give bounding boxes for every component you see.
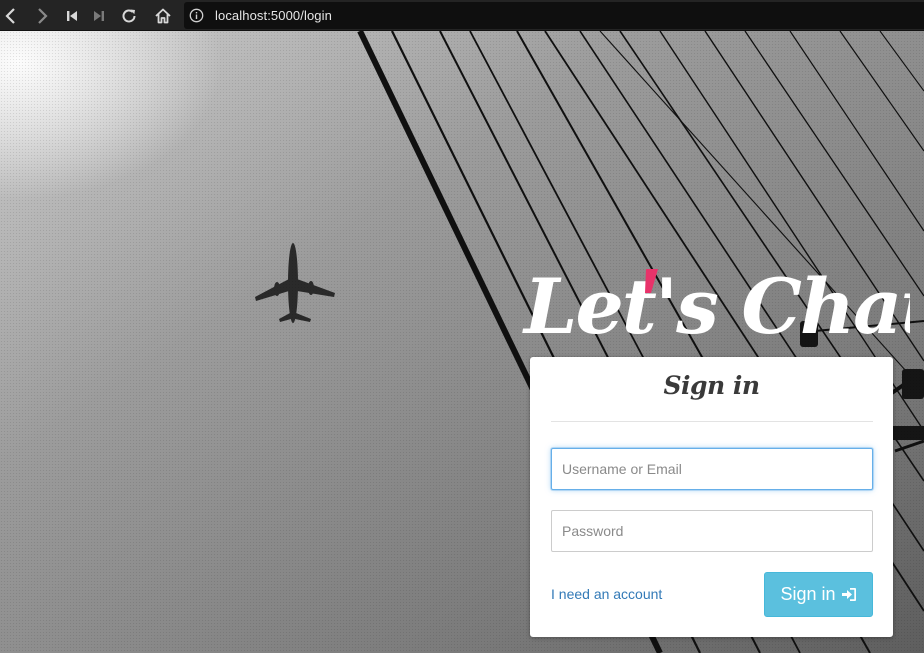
reload-icon bbox=[122, 8, 136, 22]
skip-forward-button[interactable] bbox=[85, 0, 113, 31]
forward-button[interactable] bbox=[28, 0, 56, 31]
signin-card: Sign in I need an account Sign in bbox=[530, 357, 893, 637]
signin-button-label: Sign in bbox=[780, 584, 836, 604]
back-button[interactable] bbox=[0, 0, 25, 31]
signin-button[interactable]: Sign in bbox=[764, 572, 873, 617]
password-input[interactable] bbox=[551, 510, 873, 552]
signin-title: Sign in bbox=[663, 371, 760, 400]
brand-logo: Let's Chat bbox=[522, 262, 910, 351]
username-input[interactable] bbox=[551, 448, 873, 490]
brand-text: Let's Chat bbox=[522, 262, 910, 351]
forward-icon bbox=[38, 7, 48, 24]
sign-in-icon bbox=[841, 588, 856, 601]
need-account-link[interactable]: I need an account bbox=[551, 586, 662, 602]
address-bar[interactable]: localhost:5000/login bbox=[184, 2, 924, 29]
back-icon bbox=[5, 7, 15, 24]
skip-back-icon bbox=[67, 10, 77, 21]
home-icon bbox=[155, 8, 171, 23]
divider bbox=[551, 421, 873, 422]
reload-button[interactable] bbox=[115, 0, 143, 31]
browser-toolbar: localhost:5000/login bbox=[0, 0, 924, 31]
home-button[interactable] bbox=[149, 0, 177, 31]
skip-back-button[interactable] bbox=[58, 0, 86, 31]
url-text: localhost:5000/login bbox=[215, 8, 332, 23]
info-icon bbox=[189, 8, 204, 23]
skip-forward-icon bbox=[94, 10, 104, 21]
page: Let's Chat Sign in I need an account Sig… bbox=[0, 31, 924, 653]
